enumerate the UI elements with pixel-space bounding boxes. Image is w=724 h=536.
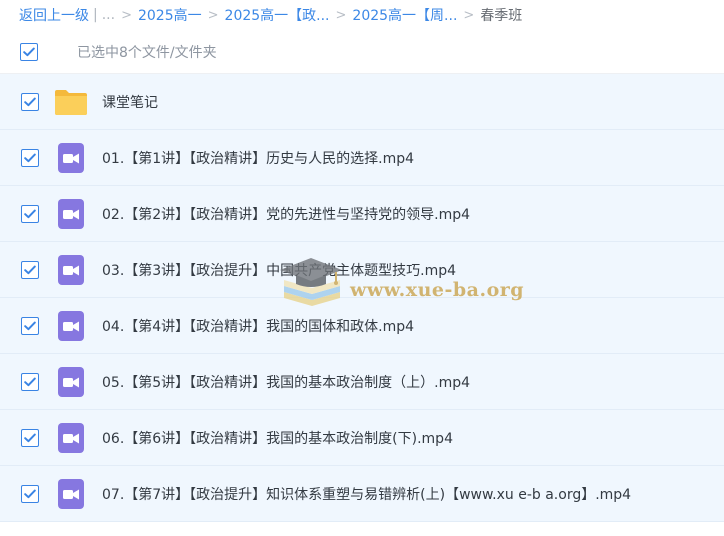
file-name[interactable]: 03.【第3讲】【政治提升】中国共产党主体题型技巧.mp4: [102, 260, 456, 280]
checkmark-icon: [24, 265, 36, 274]
checkmark-icon: [24, 433, 36, 442]
file-name[interactable]: 04.【第4讲】【政治精讲】我国的国体和政体.mp4: [102, 316, 414, 336]
breadcrumb: 返回上一级 | ... > 2025高一 > 2025高一【政... > 202…: [0, 0, 724, 30]
breadcrumb-divider: |: [93, 7, 98, 23]
selection-count-label: 已选中8个文件/文件夹: [77, 44, 217, 61]
row-checkbox[interactable]: [21, 148, 39, 167]
file-row-video[interactable]: 03.【第3讲】【政治提升】中国共产党主体题型技巧.mp4: [0, 242, 724, 298]
file-name[interactable]: 01.【第1讲】【政治精讲】历史与人民的选择.mp4: [102, 148, 414, 168]
checkmark-icon: [24, 209, 36, 218]
checkmark-icon: [24, 153, 36, 162]
row-checkbox[interactable]: [21, 260, 39, 279]
row-checkbox[interactable]: [21, 428, 39, 447]
checkmark-icon: [24, 489, 36, 498]
checkmark-icon: [24, 377, 36, 386]
selection-bar: 已选中8个文件/文件夹: [0, 30, 724, 74]
file-row-video[interactable]: 05.【第5讲】【政治精讲】我国的基本政治制度（上）.mp4: [0, 354, 724, 410]
video-file-icon: [53, 478, 89, 510]
file-row-folder[interactable]: 课堂笔记: [0, 74, 724, 130]
select-all-checkbox[interactable]: [20, 42, 38, 61]
video-file-icon: [53, 142, 89, 174]
breadcrumb-separator: >: [335, 7, 347, 23]
row-checkbox[interactable]: [21, 92, 39, 111]
file-row-video[interactable]: 02.【第2讲】【政治精讲】党的先进性与坚持党的领导.mp4: [0, 186, 724, 242]
file-name[interactable]: 05.【第5讲】【政治精讲】我国的基本政治制度（上）.mp4: [102, 372, 470, 392]
row-checkbox[interactable]: [21, 484, 39, 503]
file-name[interactable]: 02.【第2讲】【政治精讲】党的先进性与坚持党的领导.mp4: [102, 204, 470, 224]
video-file-icon: [53, 310, 89, 342]
breadcrumb-item-politics[interactable]: 2025高一【政...: [225, 5, 330, 25]
breadcrumb-item-grade[interactable]: 2025高一: [138, 5, 202, 25]
checkmark-icon: [24, 321, 36, 330]
checkmark-icon: [23, 47, 35, 56]
file-row-video[interactable]: 01.【第1讲】【政治精讲】历史与人民的选择.mp4: [0, 130, 724, 186]
row-checkbox[interactable]: [21, 316, 39, 335]
file-row-video[interactable]: 04.【第4讲】【政治精讲】我国的国体和政体.mp4: [0, 298, 724, 354]
breadcrumb-separator: >: [463, 7, 475, 23]
checkmark-icon: [24, 97, 36, 106]
file-name[interactable]: 06.【第6讲】【政治精讲】我国的基本政治制度(下).mp4: [102, 428, 453, 448]
folder-icon: [53, 86, 89, 118]
breadcrumb-item-teacher[interactable]: 2025高一【周...: [352, 5, 457, 25]
file-row-video[interactable]: 06.【第6讲】【政治精讲】我国的基本政治制度(下).mp4: [0, 410, 724, 466]
row-checkbox[interactable]: [21, 204, 39, 223]
video-file-icon: [53, 422, 89, 454]
file-list: 课堂笔记 01.【第1讲】【政治精讲】历史与人民的选择.mp4 02.【第2讲】…: [0, 74, 724, 522]
breadcrumb-separator: >: [207, 7, 219, 23]
video-file-icon: [53, 366, 89, 398]
file-row-video[interactable]: 07.【第7讲】【政治提升】知识体系重塑与易错辨析(上)【www.xu e-b …: [0, 466, 724, 522]
breadcrumb-ellipsis[interactable]: ...: [102, 7, 115, 23]
video-file-icon: [53, 254, 89, 286]
file-name[interactable]: 课堂笔记: [102, 92, 158, 112]
back-link[interactable]: 返回上一级: [19, 5, 89, 25]
breadcrumb-current: 春季班: [480, 8, 523, 24]
breadcrumb-separator: >: [121, 7, 132, 23]
row-checkbox[interactable]: [21, 372, 39, 391]
video-file-icon: [53, 198, 89, 230]
file-name[interactable]: 07.【第7讲】【政治提升】知识体系重塑与易错辨析(上)【www.xu e-b …: [102, 484, 631, 504]
